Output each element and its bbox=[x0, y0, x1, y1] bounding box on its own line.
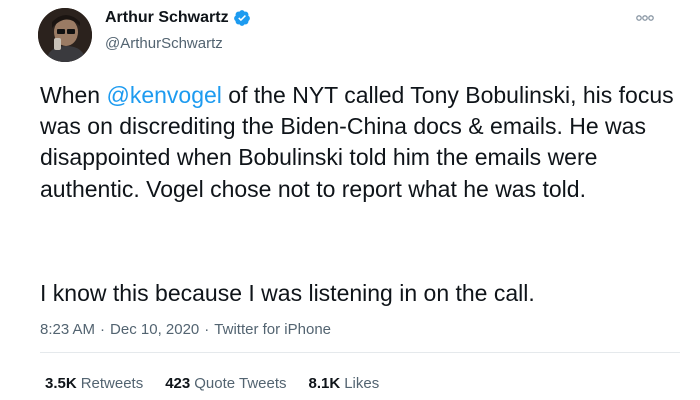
likes-stat[interactable]: 8.1K Likes bbox=[309, 375, 380, 392]
tweet-card: Arthur Schwartz @ArthurSchwartz When @ke… bbox=[0, 0, 700, 400]
author-handle[interactable]: @ArthurSchwartz bbox=[105, 35, 223, 52]
tweet-text-paragraph-2: I know this because I was listening in o… bbox=[40, 280, 535, 306]
retweets-label: Retweets bbox=[80, 375, 144, 392]
author-display-name[interactable]: Arthur Schwartz bbox=[105, 9, 229, 27]
tweet-time[interactable]: 8:23 AM bbox=[40, 321, 95, 338]
tweet-text: When @kenvogel of the NYT called Tony Bo… bbox=[40, 80, 680, 205]
avatar-photo-icon bbox=[38, 8, 92, 62]
tweet-source[interactable]: Twitter for iPhone bbox=[214, 321, 331, 338]
tweet-date[interactable]: Dec 10, 2020 bbox=[110, 321, 199, 338]
likes-label: Likes bbox=[344, 375, 380, 392]
quote-tweets-stat[interactable]: 423 Quote Tweets bbox=[165, 375, 286, 392]
retweets-stat[interactable]: 3.5K Retweets bbox=[45, 375, 143, 392]
quote-tweets-count: 423 bbox=[165, 375, 191, 392]
meta-separator: · bbox=[100, 321, 106, 338]
tweet-text-intro: When bbox=[40, 82, 107, 108]
mention-link[interactable]: @kenvogel bbox=[106, 82, 221, 108]
avatar[interactable] bbox=[38, 8, 92, 62]
tweet-meta: 8:23 AM · Dec 10, 2020 · Twitter for iPhone bbox=[40, 321, 331, 338]
more-options-icon[interactable] bbox=[634, 10, 656, 26]
author-name-row[interactable]: Arthur Schwartz bbox=[105, 9, 251, 27]
meta-separator: · bbox=[204, 321, 210, 338]
verified-badge-icon bbox=[233, 9, 251, 27]
retweets-count: 3.5K bbox=[45, 375, 77, 392]
likes-count: 8.1K bbox=[308, 375, 341, 392]
quote-tweets-label: Quote Tweets bbox=[194, 375, 287, 392]
engagement-stats: 3.5K Retweets 423 Quote Tweets 8.1K Likes bbox=[45, 375, 401, 392]
divider bbox=[40, 352, 680, 353]
